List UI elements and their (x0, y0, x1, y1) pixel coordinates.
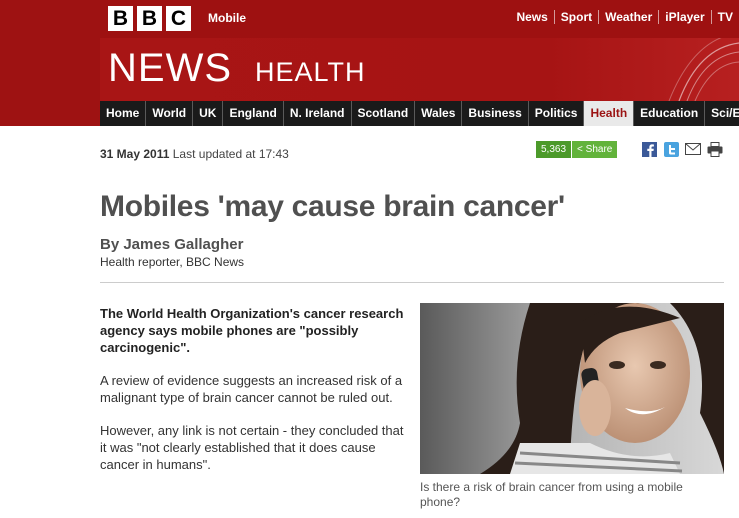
nav-home[interactable]: Home (100, 101, 147, 126)
email-icon[interactable] (685, 141, 701, 157)
news-banner: NEWS HEALTH (100, 38, 739, 101)
woman-on-phone-image (420, 303, 724, 474)
print-icon[interactable] (707, 141, 723, 157)
share-widget[interactable]: 5,363 < Share (536, 141, 618, 158)
news-wordmark[interactable]: NEWS (108, 46, 232, 91)
top-link-sport[interactable]: Sport (561, 10, 592, 24)
nav-n-ireland[interactable]: N. Ireland (284, 101, 352, 126)
nav-uk[interactable]: UK (193, 101, 224, 126)
social-icons (641, 141, 723, 157)
section-title: HEALTH (255, 57, 366, 87)
share-label: Share (585, 144, 613, 155)
date-line: 31 May 2011 Last updated at 17:43 (100, 147, 289, 161)
nav-politics[interactable]: Politics (529, 101, 585, 126)
body-paragraph: However, any link is not certain - they … (100, 423, 404, 472)
top-link-iplayer[interactable]: iPlayer (665, 10, 704, 24)
nav-wales[interactable]: Wales (415, 101, 463, 126)
nav-scotland[interactable]: Scotland (352, 101, 416, 126)
bbc-logo[interactable]: B B C (108, 6, 191, 31)
mobile-link[interactable]: Mobile (208, 11, 246, 25)
section-nav: Home World UK England N. Ireland Scotlan… (100, 101, 739, 126)
logo-letter: C (166, 6, 191, 31)
intro-paragraph: The World Health Organization's cancer r… (100, 306, 404, 355)
twitter-icon[interactable] (663, 141, 679, 157)
share-count: 5,363 (536, 141, 572, 158)
nav-sci-env[interactable]: Sci/Env (705, 101, 739, 126)
nav-england[interactable]: England (223, 101, 284, 126)
nav-world[interactable]: World (146, 101, 194, 126)
top-link-news[interactable]: News (516, 10, 547, 24)
logo-letter: B (137, 6, 162, 31)
article-headline: Mobiles 'may cause brain cancer' (100, 190, 565, 223)
logo-letter: B (108, 6, 133, 31)
header-left-strip (0, 0, 100, 126)
share-icon: < (577, 144, 583, 155)
nav-business[interactable]: Business (462, 101, 529, 126)
top-link-tv[interactable]: TV (718, 10, 733, 24)
divider (100, 282, 724, 283)
banner-swirl-graphic (668, 38, 739, 101)
body-paragraph: A review of evidence suggests an increas… (100, 373, 403, 405)
top-links: News Sport Weather iPlayer TV (516, 10, 733, 24)
article-photo (420, 303, 724, 474)
separator (658, 10, 660, 24)
facebook-icon[interactable] (641, 141, 657, 157)
author-byline: By James Gallagher (100, 236, 244, 253)
separator (598, 10, 600, 24)
separator (710, 10, 712, 24)
top-link-weather[interactable]: Weather (605, 10, 652, 24)
article-body: The World Health Organization's cancer r… (100, 305, 405, 489)
share-button[interactable]: < Share (572, 141, 618, 158)
photo-caption: Is there a risk of brain cancer from usi… (420, 480, 683, 509)
last-updated: Last updated at 17:43 (172, 147, 289, 161)
nav-health[interactable]: Health (584, 101, 635, 126)
author-role: Health reporter, BBC News (100, 255, 245, 269)
separator (553, 10, 555, 24)
publish-date: 31 May 2011 (100, 147, 170, 161)
nav-education[interactable]: Education (634, 101, 706, 126)
